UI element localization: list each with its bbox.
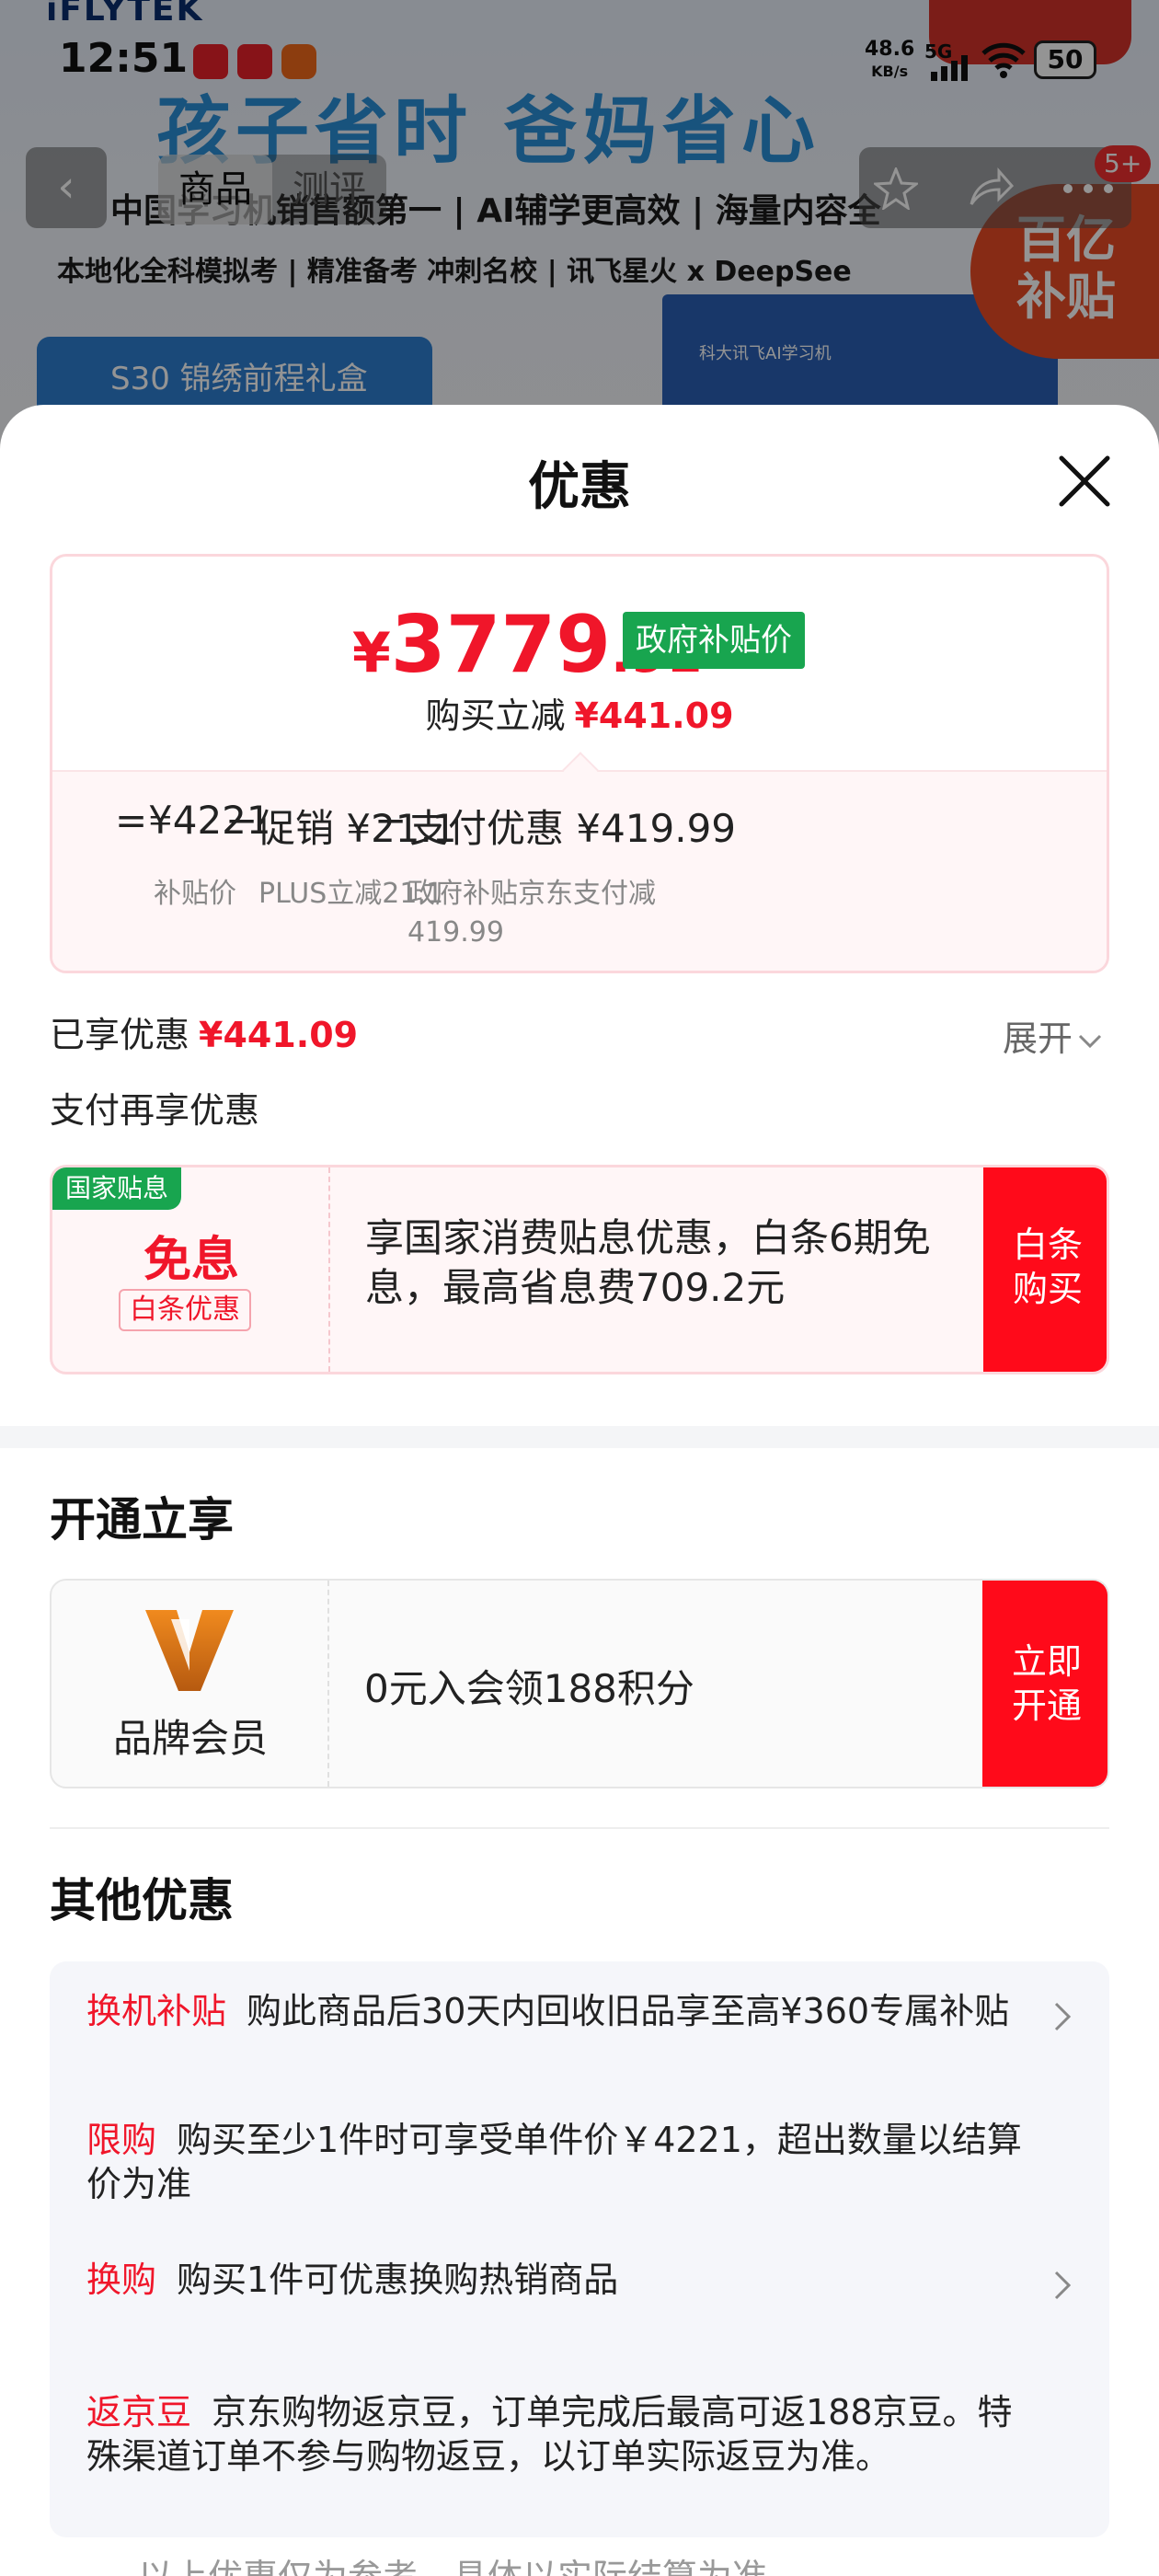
exchange-text: 购买1件可优惠换购热销商品 <box>177 2260 619 2300</box>
enjoyed-discount-label: 已享优惠 <box>50 1015 190 1055</box>
baitiao-buy-line1: 白条 <box>1012 1225 1083 1265</box>
purchase-limit-text: 购买至少1件时可享受单件价￥4221，超出数量以结算价为准 <box>86 2120 1022 2204</box>
jingdou-text: 京东购物返京豆，订单完成后最高可返188京豆。特殊渠道订单不参与购物返豆，以订单… <box>86 2392 1013 2477</box>
enjoyed-discount-value: ¥441.09 <box>199 1015 359 1055</box>
formula-minus-1: − <box>225 798 258 843</box>
national-subsidy-tag: 国家贴息 <box>52 1167 182 1210</box>
chevron-right-icon <box>1054 2271 1072 2300</box>
formula-pay-label: 政府补贴京东支付减 419.99 <box>407 875 656 952</box>
interest-free-description: 享国家消费贴息优惠，白条6期免息，最高省息费709.2元 <box>365 1215 931 1310</box>
exchange-tag: 换购 <box>86 2260 157 2300</box>
join-now-line1: 立即 <box>1011 1641 1082 1682</box>
other-discounts-list: 换机补贴 购此商品后30天内回收旧品享至高¥360专属补贴 限购 购买至少1件时可享… <box>50 1961 1109 2537</box>
price-integer: 3779 <box>390 599 612 691</box>
join-now-line2: 开通 <box>1011 1685 1082 1726</box>
interest-free-card: 国家贴息 免息 白条优惠 享国家消费贴息优惠，白条6期免息，最高省息费709.2… <box>50 1165 1109 1374</box>
instant-discount: 购买立减 ¥441.09 <box>52 687 1107 738</box>
brand-v-logo-icon <box>145 1610 234 1691</box>
price-summary: ¥3779.91 政府补贴价 购买立减¥441.09 <box>52 557 1107 770</box>
section-divider <box>0 1426 1159 1448</box>
expand-button[interactable]: 展开 <box>1003 1010 1102 1061</box>
list-item-trade-in[interactable]: 换机补贴 购此商品后30天内回收旧品享至高¥360专属补贴 <box>86 1989 1043 2033</box>
price-formula: = ¥4221 补贴价 − 促销 ¥21.1 PLUS立减21.1 − 支付优惠… <box>52 770 1107 971</box>
close-icon[interactable] <box>1054 451 1115 512</box>
trade-in-text: 购此商品后30天内回收旧品享至高¥360专属补贴 <box>247 1991 1010 2031</box>
brand-member-left: 品牌会员 <box>52 1581 329 1787</box>
join-now-button[interactable]: 立即 开通 <box>982 1581 1107 1787</box>
baitiao-buy-button[interactable]: 白条 购买 <box>983 1167 1107 1372</box>
baitiao-buy-line2: 购买 <box>1012 1269 1083 1309</box>
other-section-title: 其他优惠 <box>50 1874 234 1927</box>
formula-minus-2: − <box>374 798 407 843</box>
brand-member-description: 0元入会领188积分 <box>364 1666 694 1711</box>
formula-equals: = <box>115 798 148 843</box>
discount-sheet: 优惠 ¥3779.91 政府补贴价 购买立减¥441.09 = ¥4221 补贴… <box>0 405 1159 2576</box>
formula-base-label: 补贴价 <box>154 878 236 910</box>
list-item-jingdou: 返京豆 京东购物返京豆，订单完成后最高可返188京豆。特殊渠道订单不参与购物返豆，… <box>86 2390 1043 2478</box>
purchase-limit-tag: 限购 <box>86 2120 157 2160</box>
brand-member-label: 品牌会员 <box>112 1716 268 1761</box>
sheet-title: 优惠 <box>528 457 631 517</box>
price-currency: ¥ <box>352 621 391 685</box>
pay-more-heading: 支付再享优惠 <box>50 1090 260 1131</box>
gov-subsidy-price-tag: 政府补贴价 <box>623 612 805 669</box>
baitiao-discount-tag: 白条优惠 <box>119 1289 251 1331</box>
bottom-hint: 以上优惠仅为参考，具体以实际结算为准 <box>138 2548 767 2576</box>
interest-free-title: 免息 <box>143 1233 239 1288</box>
thin-divider <box>50 1827 1109 1829</box>
enjoyed-discount: 已享优惠 ¥441.09 <box>50 1006 358 1057</box>
trade-in-tag: 换机补贴 <box>86 1991 227 2031</box>
brand-member-card: 品牌会员 0元入会领188积分 立即 开通 <box>50 1579 1109 1788</box>
formula-pay-label-line2: 419.99 <box>407 916 504 949</box>
list-item-exchange[interactable]: 换购 购买1件可优惠换购热销商品 <box>86 2258 1043 2302</box>
chevron-right-icon <box>1054 2002 1072 2031</box>
list-item-purchase-limit: 限购 购买至少1件时可享受单件价￥4221，超出数量以结算价为准 <box>86 2118 1043 2206</box>
instant-discount-value: ¥441.09 <box>574 696 734 736</box>
formula-pay-value: 支付优惠 ¥419.99 <box>409 806 737 851</box>
formula-pay-label-line1: 政府补贴京东支付减 <box>407 878 656 910</box>
interest-free-left: 国家贴息 免息 白条优惠 <box>52 1167 330 1372</box>
chevron-down-icon <box>1078 1034 1102 1048</box>
price-breakdown-card: ¥3779.91 政府补贴价 购买立减¥441.09 = ¥4221 补贴价 −… <box>50 554 1109 973</box>
instant-discount-label: 购买立减 <box>425 696 566 736</box>
jingdou-tag: 返京豆 <box>86 2392 192 2432</box>
open-section-title: 开通立享 <box>50 1493 234 1547</box>
expand-label: 展开 <box>1003 1018 1073 1059</box>
